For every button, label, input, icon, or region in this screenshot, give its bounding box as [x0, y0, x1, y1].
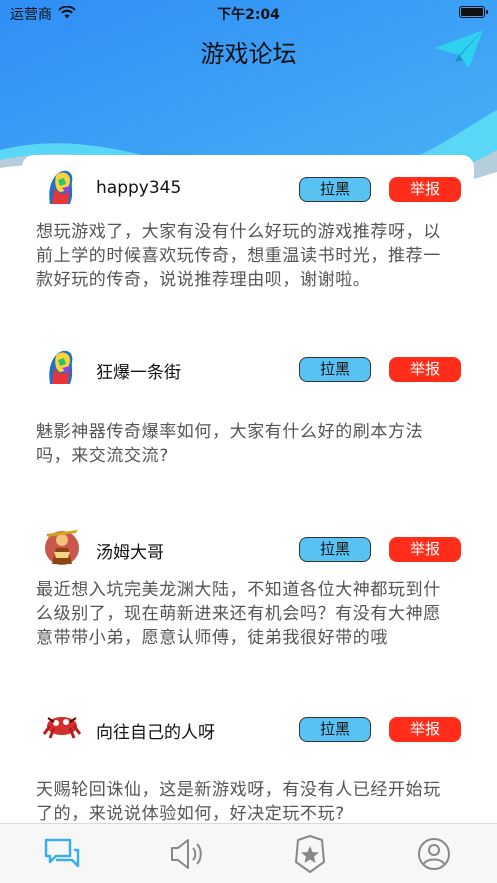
status-bar: 运营商 下午2:04 [0, 0, 497, 26]
block-button[interactable]: 拉黑 [299, 357, 371, 382]
status-time: 下午2:04 [217, 7, 280, 23]
block-button[interactable]: 拉黑 [299, 537, 371, 562]
chat-icon [42, 838, 82, 878]
username[interactable]: 狂爆一条街 [96, 358, 181, 383]
block-button[interactable]: 拉黑 [299, 177, 371, 202]
post-item: 狂爆一条街 拉黑 举报 魅影神器传奇爆率如何，大家有什么好的刷本方法吗，来交流交… [22, 340, 474, 515]
posts-card: happy345 拉黑 举报 想玩游戏了，大家有没有什么好玩的游戏推荐呀，以前上… [22, 155, 474, 825]
page-title: 游戏论坛 [200, 40, 297, 68]
battery-icon [459, 6, 488, 18]
tab-news[interactable] [166, 834, 206, 874]
post-header: 向往自己的人呀 拉黑 举报 [22, 700, 474, 752]
tab-forum[interactable] [42, 834, 82, 874]
speaker-icon [166, 839, 206, 878]
username[interactable]: 汤姆大哥 [96, 538, 164, 563]
post-text: 想玩游戏了，大家有没有什么好玩的游戏推荐呀，以前上学的时候喜欢玩传奇，想重温读书… [36, 222, 441, 290]
username[interactable]: 向往自己的人呀 [96, 718, 215, 743]
post-text: 魅影神器传奇爆率如何，大家有什么好的刷本方法吗，来交流交流? [36, 422, 424, 466]
badge-star-icon [290, 835, 330, 878]
colorful-portrait-avatar[interactable] [40, 164, 84, 208]
post-header: 狂爆一条街 拉黑 举报 [22, 340, 474, 392]
post-item: 向往自己的人呀 拉黑 举报 天赐轮回诛仙，这是新游戏呀，有没有人已经开始玩了的，… [22, 700, 474, 825]
post-header: 汤姆大哥 拉黑 举报 [22, 520, 474, 572]
paper-plane-icon[interactable] [433, 28, 485, 72]
report-button[interactable]: 举报 [389, 537, 461, 562]
post-item: 汤姆大哥 拉黑 举报 最近想入坑完美龙渊大陆，不知道各位大神都玩到什么级别了，现… [22, 520, 474, 695]
colorful-portrait-avatar[interactable] [40, 344, 84, 388]
post-text: 最近想入坑完美龙渊大陆，不知道各位大神都玩到什么级别了，现在萌新进来还有机会吗？… [36, 580, 441, 648]
red-creature-avatar[interactable] [40, 704, 84, 748]
block-button[interactable]: 拉黑 [299, 717, 371, 742]
post-header: happy345 拉黑 举报 [22, 160, 474, 212]
user-icon [414, 838, 454, 878]
tab-profile[interactable] [414, 834, 454, 874]
warrior-avatar[interactable] [40, 524, 84, 568]
tab-honor[interactable] [290, 834, 330, 874]
username[interactable]: happy345 [96, 178, 181, 198]
report-button[interactable]: 举报 [389, 717, 461, 742]
report-button[interactable]: 举报 [389, 357, 461, 382]
tab-bar [0, 823, 497, 883]
report-button[interactable]: 举报 [389, 177, 461, 202]
post-text: 天赐轮回诛仙，这是新游戏呀，有没有人已经开始玩了的，来说说体验如何，好决定玩不玩… [36, 780, 441, 824]
post-item: happy345 拉黑 举报 想玩游戏了，大家有没有什么好玩的游戏推荐呀，以前上… [22, 160, 474, 335]
